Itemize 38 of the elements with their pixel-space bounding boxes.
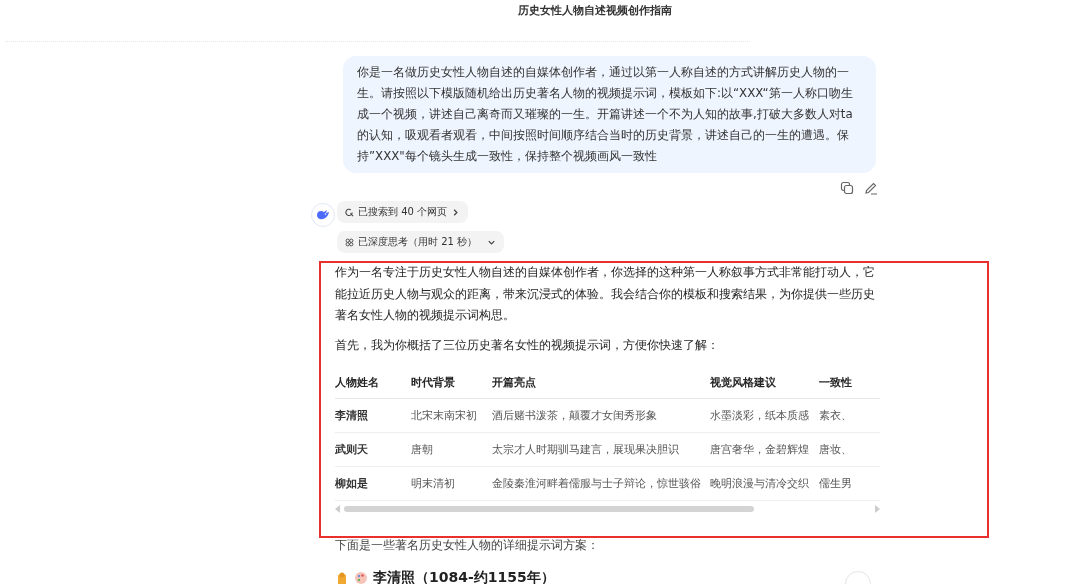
column-header: 一致性 <box>818 375 852 389</box>
table-cell: 唐妆、 <box>818 443 852 456</box>
chevron-right-icon <box>451 207 461 217</box>
scroll-left-icon[interactable] <box>335 505 341 513</box>
table-cell: 太宗才人时期驯马建言，展现果决胆识 <box>492 443 679 456</box>
table-cell: 北宋末南宋初 <box>410 409 477 422</box>
search-icon <box>345 207 354 217</box>
table-cell: 金陵秦淮河畔着儒服与士子辩论，惊世骇俗 <box>492 477 701 490</box>
deep-thinking-chip[interactable]: 已深度思考（用时 21 秒） <box>337 231 505 253</box>
table-cell: 酒后赌书泼茶，颠覆才女闺秀形象 <box>492 409 657 422</box>
scrollbar-thumb[interactable] <box>344 506 754 512</box>
section-heading: 李清照（1084-约1155年） <box>373 568 555 584</box>
search-results-chip[interactable]: 已搜索到 40 个网页 <box>337 201 469 223</box>
column-header: 开篇亮点 <box>492 375 536 389</box>
user-message: 你是一名做历史女性人物自述的自媒体创作者，通过以第一人称自述的方式讲解历史人物的一生。请按照以下模版随机给出历史著名人物的视频提示词，模板如下:以“XXX“第一人称口吻生成一个视频，讲述自己离奇而又璀璨的一生。开篇讲述一个不为人知的故事,打破大多数人对ta的认知，吸观看者观看，中间按照时间顺序结合当时的历史背景，讲述自己的一生的遭遇。保持”XXX"每个镜头生成一致性，保持整个视频画风一致性 <box>343 56 876 173</box>
answer-paragraph: 首先，我为你概括了三位历史著名女性的视频提示词，方便你快速了解： <box>335 336 720 354</box>
table-cell: 武则天 <box>335 443 368 456</box>
copy-icon[interactable] <box>840 181 854 195</box>
table-cell: 明末清初 <box>410 477 455 490</box>
table-cell: 素衣、 <box>818 409 852 422</box>
answer-paragraph: 作为一名专注于历史女性人物自述的自媒体创作者，你选择的这种第一人称叙事方式非常能打动人，它能拉近历史人物与观众的距离，带来沉浸式的体验。我会结合你的模板和搜索结果，为你提供一些历史著名女性人物的视频提示词构思。 <box>335 264 876 324</box>
table-cell: 柳如是 <box>335 477 368 490</box>
answer-paragraph: 下面是一些著名历史女性人物的详细提示词方案： <box>335 537 600 554</box>
table-cell: 水墨淡彩，纸本质感 <box>710 409 810 422</box>
palette-icon <box>354 570 368 584</box>
table-cell: 晚明浪漫与清冷交织 <box>710 477 810 490</box>
table-cell: 儒生男 <box>818 477 852 490</box>
edit-icon[interactable] <box>864 181 878 195</box>
table-cell: 唐宫奢华，金碧辉煌 <box>710 443 810 456</box>
figure-icon <box>335 570 349 584</box>
grid-icon <box>345 237 354 247</box>
column-header: 时代背景 <box>410 375 455 389</box>
table-cell: 唐朝 <box>410 443 433 456</box>
column-header: 人物姓名 <box>335 375 379 389</box>
column-header: 视觉风格建议 <box>710 375 777 389</box>
table-cell: 李清照 <box>335 409 368 422</box>
chat-title: 历史女性人物自述视频创作指南 <box>517 3 673 19</box>
scroll-right-icon[interactable] <box>874 505 880 513</box>
